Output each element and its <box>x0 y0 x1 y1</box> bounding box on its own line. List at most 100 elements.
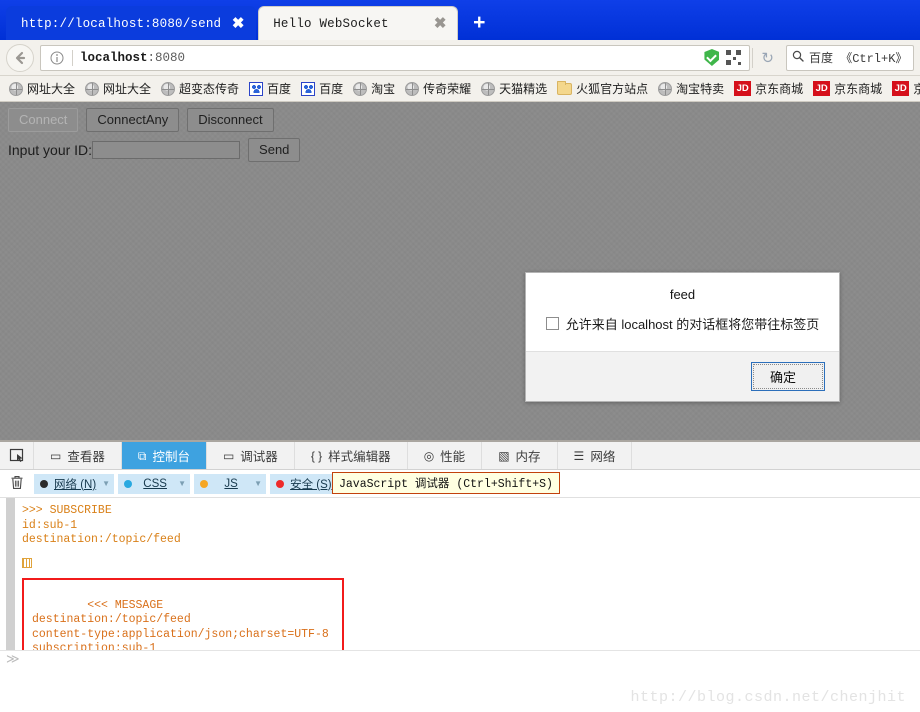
filter-dot-js <box>200 479 209 488</box>
bookmark-item[interactable]: JD 京东商城 <box>729 78 808 100</box>
bookmark-item[interactable]: 超变态传奇 <box>156 78 244 100</box>
tab-inspector-label: 查看器 <box>67 450 105 464</box>
back-arrow-icon <box>15 51 26 64</box>
dialog-checkbox-row[interactable]: 允许来自 localhost 的对话框将您带往标签页 <box>538 314 827 333</box>
globe-icon <box>161 81 176 96</box>
tab-network[interactable]: ☰ 网络 <box>558 442 633 469</box>
tab-performance-label: 性能 <box>440 450 466 464</box>
filter-js[interactable]: JS ▼ <box>194 473 267 494</box>
id-input[interactable] <box>92 141 241 159</box>
debugger-tooltip: JavaScript 调试器 (Ctrl+Shift+S) <box>332 472 560 494</box>
qr-icon[interactable] <box>726 50 742 65</box>
confirm-dialog: feed 允许来自 localhost 的对话框将您带往标签页 确定 <box>525 272 840 402</box>
tab-console[interactable]: ⧉ 控制台 <box>121 442 207 469</box>
address-bar[interactable]: localhost:8080 <box>40 44 751 71</box>
tab-performance[interactable]: ◎ 性能 <box>408 442 483 469</box>
chevron-down-icon[interactable]: ▼ <box>254 479 262 488</box>
prevent-dialogs-checkbox[interactable] <box>545 317 559 330</box>
jd-icon: JD <box>813 81 831 96</box>
console-input-row[interactable]: ≫ <box>0 650 920 670</box>
filter-js-label: JS <box>224 477 238 490</box>
nav-separator <box>752 47 754 68</box>
filter-dot-security <box>276 479 285 488</box>
bookmark-item[interactable]: 淘宝 <box>348 78 400 100</box>
connect-button[interactable]: Connect <box>8 108 79 132</box>
globe-icon <box>481 81 496 96</box>
tab-debugger[interactable]: ▭ 调试器 <box>207 442 295 469</box>
back-button[interactable] <box>6 43 34 72</box>
null-char-icon <box>22 557 32 568</box>
bookmark-item[interactable]: 百度 <box>296 78 348 100</box>
chevron-down-icon[interactable]: ▼ <box>102 479 110 488</box>
dialog-checkbox-label: 允许来自 localhost 的对话框将您带往标签页 <box>565 317 820 332</box>
tab-network-label: 网络 <box>590 450 616 464</box>
bookmark-label: 百度 <box>319 82 344 96</box>
browser-tab-0[interactable]: http://localhost:8080/send ✖ <box>6 6 257 40</box>
devtools-panel: ▭ 查看器 ⧉ 控制台 ▭ 调试器 { } 样式编辑器 ◎ 性能 ▧ 内存 ☰ … <box>0 440 920 670</box>
console-scrollbar[interactable] <box>6 498 15 670</box>
browser-tab-1-title: Hello WebSocket <box>273 16 389 31</box>
tab-style-editor-label: 样式编辑器 <box>328 450 391 464</box>
bookmark-item[interactable]: 火狐官方站点 <box>552 78 653 100</box>
navigation-bar: localhost:8080 ↻ 百度 《Ctrl+K》 <box>0 40 920 76</box>
bookmark-label: 传奇荣耀 <box>423 82 472 96</box>
close-icon[interactable]: ✖ <box>431 15 449 33</box>
trash-icon[interactable] <box>4 475 30 493</box>
globe-icon <box>405 81 420 96</box>
bookmark-item[interactable]: 网址大全 <box>4 78 80 100</box>
console-message-subscribe: >>> SUBSCRIBE id:sub-1 destination:/topi… <box>22 504 181 546</box>
console-prompt-icon: ≫ <box>6 652 20 668</box>
send-button[interactable]: Send <box>248 138 301 162</box>
bookmark-label: 京 <box>913 80 920 97</box>
bookmark-item[interactable]: 百度 <box>244 78 296 100</box>
filter-css[interactable]: CSS ▼ <box>118 473 191 494</box>
search-bar[interactable]: 百度 《Ctrl+K》 <box>786 44 914 71</box>
info-icon[interactable] <box>47 48 67 68</box>
bookmark-item[interactable]: 天猫精选 <box>476 78 552 100</box>
console-icon: ⧉ <box>137 448 147 463</box>
bookmark-item[interactable]: 淘宝特卖 <box>653 78 729 100</box>
bookmark-item[interactable]: 网址大全 <box>80 78 156 100</box>
memory-icon: ▧ <box>498 448 510 463</box>
url-host: localhost <box>80 50 148 65</box>
console-filter-bar: 网络 (N) ▼ CSS ▼ JS ▼ 安全 (S) ▼ JavaScript … <box>0 470 920 498</box>
url-port: :8080 <box>147 50 186 65</box>
filter-css-label: CSS <box>143 477 167 490</box>
bookmark-item[interactable]: JD京 <box>887 78 920 100</box>
id-label: Input your ID: <box>8 142 93 158</box>
bookmark-item[interactable]: 传奇荣耀 <box>400 78 476 100</box>
tab-inspector[interactable]: ▭ 查看器 <box>34 442 122 469</box>
tab-memory[interactable]: ▧ 内存 <box>482 442 558 469</box>
tab-style-editor[interactable]: { } 样式编辑器 <box>295 442 408 469</box>
bookmark-label: 淘宝 <box>371 82 396 96</box>
style-editor-icon: { } <box>310 448 323 463</box>
console-null-glyph-row <box>22 557 920 573</box>
network-icon: ☰ <box>573 448 585 463</box>
close-icon[interactable]: ✖ <box>229 15 247 33</box>
filter-dot-css <box>124 479 133 488</box>
dialog-ok-button[interactable]: 确定 <box>751 362 825 391</box>
browser-tab-1[interactable]: Hello WebSocket ✖ <box>258 6 459 40</box>
search-icon <box>792 50 804 65</box>
connect-any-button[interactable]: ConnectAny <box>86 108 180 132</box>
chevron-down-icon[interactable]: ▼ <box>178 479 186 488</box>
url-separator <box>72 49 73 66</box>
bookmark-label: 京东商城 <box>755 82 804 96</box>
bookmark-label: 百度 <box>267 82 292 96</box>
filter-network[interactable]: 网络 (N) ▼ <box>34 473 115 494</box>
disconnect-button[interactable]: Disconnect <box>187 108 274 132</box>
shield-icon[interactable] <box>704 49 720 66</box>
bookmark-label: 火狐官方站点 <box>576 82 649 96</box>
filter-network-label: 网络 (N) <box>54 478 97 491</box>
bookmark-label: 超变态传奇 <box>179 82 240 96</box>
reload-icon[interactable]: ↻ <box>755 49 780 67</box>
dialog-body: feed 允许来自 localhost 的对话框将您带往标签页 <box>526 273 839 351</box>
tab-memory-label: 内存 <box>515 450 541 464</box>
inspector-icon: ▭ <box>50 448 62 463</box>
element-picker-icon[interactable] <box>0 442 34 469</box>
bookmark-item[interactable]: JD 京东商城 <box>808 78 887 100</box>
console-output[interactable]: >>> SUBSCRIBE id:sub-1 destination:/topi… <box>0 498 920 670</box>
new-tab-button[interactable]: + <box>464 8 494 38</box>
debugger-icon: ▭ <box>222 448 235 463</box>
browser-tab-0-title: http://localhost:8080/send <box>21 16 222 31</box>
